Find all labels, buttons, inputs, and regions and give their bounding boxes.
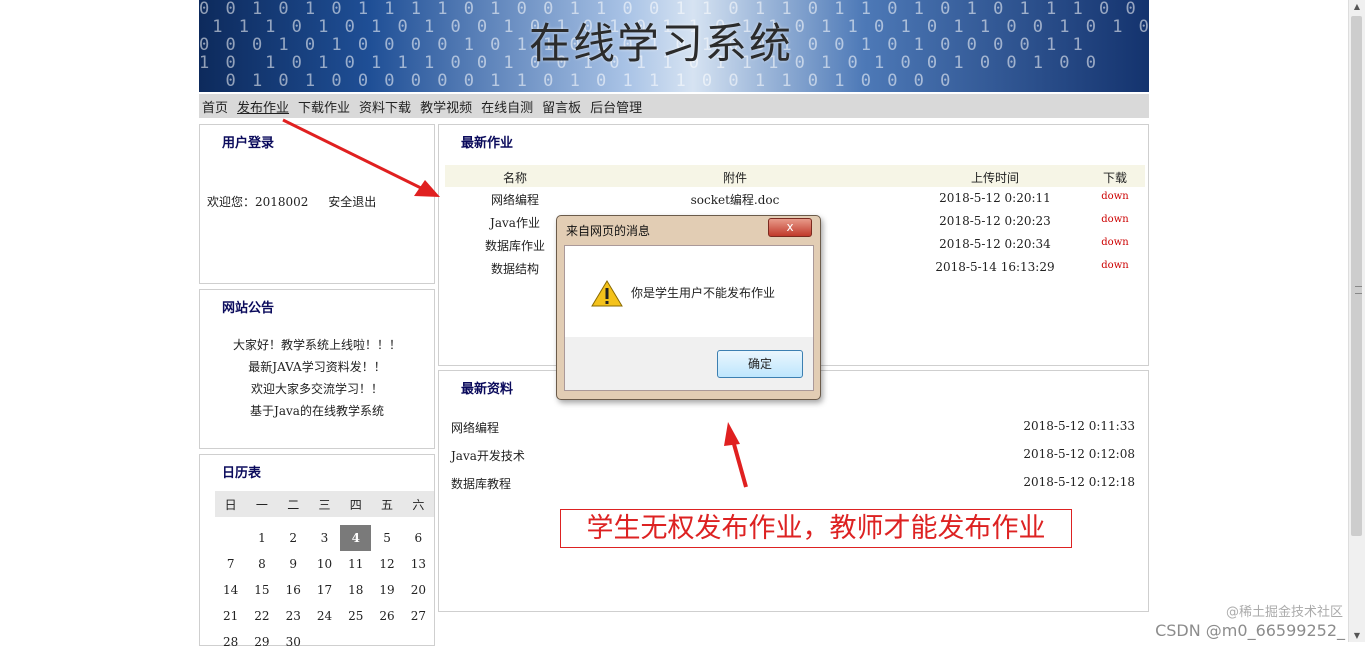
dialog-close-button[interactable]: x <box>768 218 812 237</box>
arrow-to-homework <box>282 118 440 197</box>
scroll-thumb[interactable] <box>1351 16 1362 536</box>
grip-icon <box>1355 286 1362 294</box>
dialog-message: 你是学生用户不能发布作业 <box>631 286 776 300</box>
scroll-up-icon[interactable]: ▲ <box>1352 2 1362 11</box>
ok-button[interactable]: 确定 <box>717 350 803 378</box>
dialog-title: 来自网页的消息 <box>566 224 651 238</box>
scroll-down-icon[interactable]: ▼ <box>1352 631 1362 640</box>
annotation-text: 学生无权发布作业，教师才能发布作业 <box>560 509 1072 548</box>
dialog-body: 你是学生用户不能发布作业 <box>564 245 814 339</box>
watermark-juejin: @稀土掘金技术社区 <box>1225 605 1343 620</box>
dialog-footer: 确定 <box>564 337 814 391</box>
arrow-to-dialog <box>724 422 748 488</box>
alert-dialog: 来自网页的消息 x 你是学生用户不能发布作业 确定 <box>556 215 821 400</box>
page-scrollbar[interactable]: ▲ ▼ <box>1348 0 1365 642</box>
watermark-csdn: CSDN @m0_66599252_ <box>1155 621 1345 640</box>
warning-icon <box>591 280 623 307</box>
